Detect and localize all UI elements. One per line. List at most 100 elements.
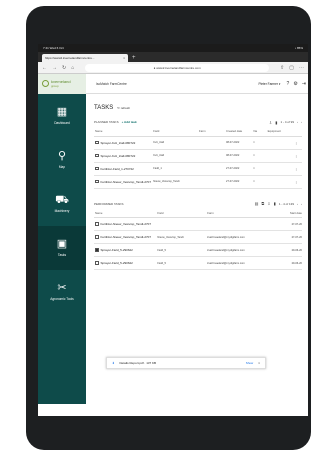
column-header[interactable]: Via bbox=[252, 127, 267, 137]
table-row[interactable]: Fertilizer-Field_1-270722 Field_1 27-07-… bbox=[94, 162, 302, 176]
table-row[interactable]: Sprayer-Kvû_triall-080722 Kvû_triall 08-… bbox=[94, 149, 302, 163]
table-row[interactable]: Fertilizer-Nieuw_Vewvrsp_Tandt-2707 Nieu… bbox=[94, 230, 302, 244]
page-title: TASKS bbox=[94, 105, 114, 111]
sidebar-item-label: Agronomic Tools bbox=[50, 297, 74, 301]
address-bar[interactable]: ● www2.kvernelandfarmcentre.com bbox=[85, 63, 270, 72]
sidebar-item-map[interactable]: ⚲ Map bbox=[38, 138, 86, 182]
column-header[interactable]: Farm bbox=[198, 127, 226, 137]
share-icon[interactable]: ⧉ bbox=[261, 201, 264, 206]
close-download-icon[interactable]: × bbox=[258, 361, 260, 365]
show-download-button[interactable]: Show bbox=[246, 361, 254, 365]
column-header[interactable]: Farm bbox=[206, 208, 269, 218]
row-checkbox[interactable] bbox=[95, 140, 99, 145]
task-name[interactable]: Sprayer-Kvû_triall-080722 bbox=[101, 141, 136, 145]
refresh-button[interactable]: ↻ refresh bbox=[117, 106, 130, 110]
sidebar-item-agronomic-tools[interactable]: ✂ Agronomic Tools bbox=[38, 270, 86, 314]
app-title: IsoMatch FarmCentre bbox=[96, 81, 127, 86]
table-row[interactable]: Fertilizer-Nieuw_Vewvrsp_Tandt-2707 27-0… bbox=[94, 217, 302, 231]
download-filename[interactable]: Details Report.pdf · 137 KB bbox=[120, 361, 241, 365]
column-header[interactable]: Created date bbox=[225, 127, 253, 137]
task-via: □ bbox=[252, 162, 267, 176]
download-icon[interactable]: ⇩ bbox=[267, 201, 270, 206]
task-farm bbox=[206, 217, 269, 231]
row-checkbox[interactable] bbox=[95, 179, 99, 184]
delete-icon[interactable]: ▮ bbox=[274, 201, 276, 206]
task-name[interactable]: Sprayer-Kvû_triall-080722 bbox=[101, 154, 136, 158]
gear-icon[interactable]: ⚙ bbox=[293, 81, 297, 87]
share-icon[interactable]: ⇧ bbox=[280, 65, 284, 71]
row-menu-icon[interactable]: ⋮ bbox=[293, 162, 302, 176]
browser-tab[interactable]: https://www2.kvernelandfarmcentre... × bbox=[42, 54, 128, 62]
planned-pagination: 1 - 4 of 99 ‹ › bbox=[280, 120, 302, 124]
performed-tasks-heading: PERFORMED TASKS bbox=[94, 201, 124, 206]
task-farm bbox=[198, 149, 226, 163]
sidebar-item-machinery[interactable]: ⛟ Machinery bbox=[38, 182, 86, 226]
sidebar-item-label: Map bbox=[58, 165, 66, 169]
tabs-icon[interactable]: ▢ bbox=[289, 65, 294, 71]
delete-icon[interactable]: ▮ bbox=[275, 120, 277, 125]
report-icon[interactable]: ▤ bbox=[255, 201, 259, 206]
task-field: Nieuw_Vewvrsp_Tandt bbox=[156, 230, 207, 244]
logo-subtext: group bbox=[51, 83, 59, 88]
sidebar-item-dashboard[interactable]: ▦ Dashboard bbox=[38, 94, 86, 138]
download-file-icon: ⬇ bbox=[112, 361, 115, 365]
forward-icon[interactable]: → bbox=[52, 65, 57, 71]
task-name[interactable]: Sprayer-Field_5-290622 bbox=[101, 248, 133, 252]
status-battery: • 85% bbox=[295, 46, 303, 50]
row-menu-icon[interactable]: ⋮ bbox=[293, 175, 302, 189]
task-field: Field_5 bbox=[156, 256, 207, 270]
row-checkbox[interactable] bbox=[95, 166, 99, 171]
more-icon[interactable]: ⋯ bbox=[299, 65, 304, 71]
column-header[interactable]: Field bbox=[152, 127, 198, 137]
row-checkbox[interactable] bbox=[95, 261, 99, 265]
task-name[interactable]: Fertilizer-Nieuw_Vewvrsp_Tandt-2707 bbox=[101, 235, 152, 239]
chevron-right-icon[interactable]: › bbox=[301, 202, 302, 206]
task-farm: kva0 kvaeland@mydigifarm.com bbox=[206, 230, 269, 244]
task-name[interactable]: Fertilizer-Field_1-270722 bbox=[101, 167, 134, 171]
sidebar-item-tasks[interactable]: ▣ Tasks bbox=[38, 226, 86, 270]
browser-toolbar: ← → ↻ ⌂ ● www2.kvernelandfarmcentre.com … bbox=[38, 62, 308, 74]
map-pin-icon: ⚲ bbox=[57, 150, 67, 162]
row-checkbox[interactable] bbox=[95, 153, 99, 158]
column-header[interactable]: Name bbox=[94, 127, 153, 137]
download-notification: ⬇ Details Report.pdf · 137 KB Show × bbox=[106, 357, 266, 369]
refresh-label: refresh bbox=[120, 106, 131, 110]
table-row[interactable]: Sprayer-Kvû_triall-080722 Kvû_triall 08-… bbox=[94, 136, 302, 150]
column-header[interactable]: Name bbox=[94, 208, 157, 218]
task-field: Kvû_triall bbox=[152, 136, 198, 150]
row-checkbox-checked[interactable] bbox=[95, 248, 99, 252]
export-icon[interactable]: ⇩ bbox=[269, 120, 272, 125]
user-menu[interactable]: Pieter Farmer ▾ bbox=[258, 82, 280, 86]
sidebar-item-label: Machinery bbox=[54, 209, 70, 213]
task-name[interactable]: Fertilizer-Nieuw_Vewvrsp_Tandt-2707 bbox=[101, 180, 152, 184]
chevron-right-icon[interactable]: › bbox=[301, 120, 302, 124]
os-status-bar: 7:41 Wed 6 Oct • 85% bbox=[38, 44, 308, 52]
back-icon[interactable]: ← bbox=[42, 65, 47, 71]
row-checkbox[interactable] bbox=[95, 222, 99, 226]
task-field: Nieuw_Vewvrsp_Tandt bbox=[152, 175, 198, 189]
home-icon[interactable]: ⌂ bbox=[71, 65, 74, 71]
chevron-left-icon[interactable]: ‹ bbox=[297, 120, 298, 124]
column-header[interactable]: Field bbox=[156, 208, 207, 218]
table-row[interactable]: Sprayer-Field_5-290622 Field_5 kva0 kvae… bbox=[94, 243, 302, 257]
reload-icon[interactable]: ↻ bbox=[62, 65, 66, 71]
sidebar-item-label: Dashboard bbox=[54, 121, 70, 125]
row-menu-icon[interactable]: ⋮ bbox=[293, 149, 302, 163]
table-row[interactable]: Fertilizer-Nieuw_Vewvrsp_Tandt-2707 Nieu… bbox=[94, 175, 302, 189]
column-header[interactable]: Equipment bbox=[266, 127, 294, 137]
table-row[interactable]: Sprayer-Field_5-290622 Field_5 kva0 kvae… bbox=[94, 256, 302, 270]
help-icon[interactable]: ? bbox=[287, 81, 290, 87]
logout-icon[interactable]: ⇥ bbox=[302, 81, 306, 87]
row-checkbox[interactable] bbox=[95, 235, 99, 239]
task-name[interactable]: Sprayer-Field_5-290622 bbox=[101, 261, 133, 265]
add-task-button[interactable]: + Add task bbox=[122, 120, 266, 124]
close-tab-icon[interactable]: × bbox=[123, 56, 125, 60]
task-farm: kva0 kvaeland@mydigifarm.com bbox=[206, 256, 269, 270]
chevron-left-icon[interactable]: ‹ bbox=[297, 202, 298, 206]
task-equipment bbox=[266, 136, 294, 150]
new-tab-icon[interactable]: + bbox=[132, 54, 136, 62]
column-header[interactable]: Start date bbox=[268, 208, 302, 218]
task-name[interactable]: Fertilizer-Nieuw_Vewvrsp_Tandt-2707 bbox=[101, 222, 152, 226]
task-start-date: 29-06-20 bbox=[268, 256, 302, 270]
row-menu-icon[interactable]: ⋮ bbox=[293, 136, 302, 150]
